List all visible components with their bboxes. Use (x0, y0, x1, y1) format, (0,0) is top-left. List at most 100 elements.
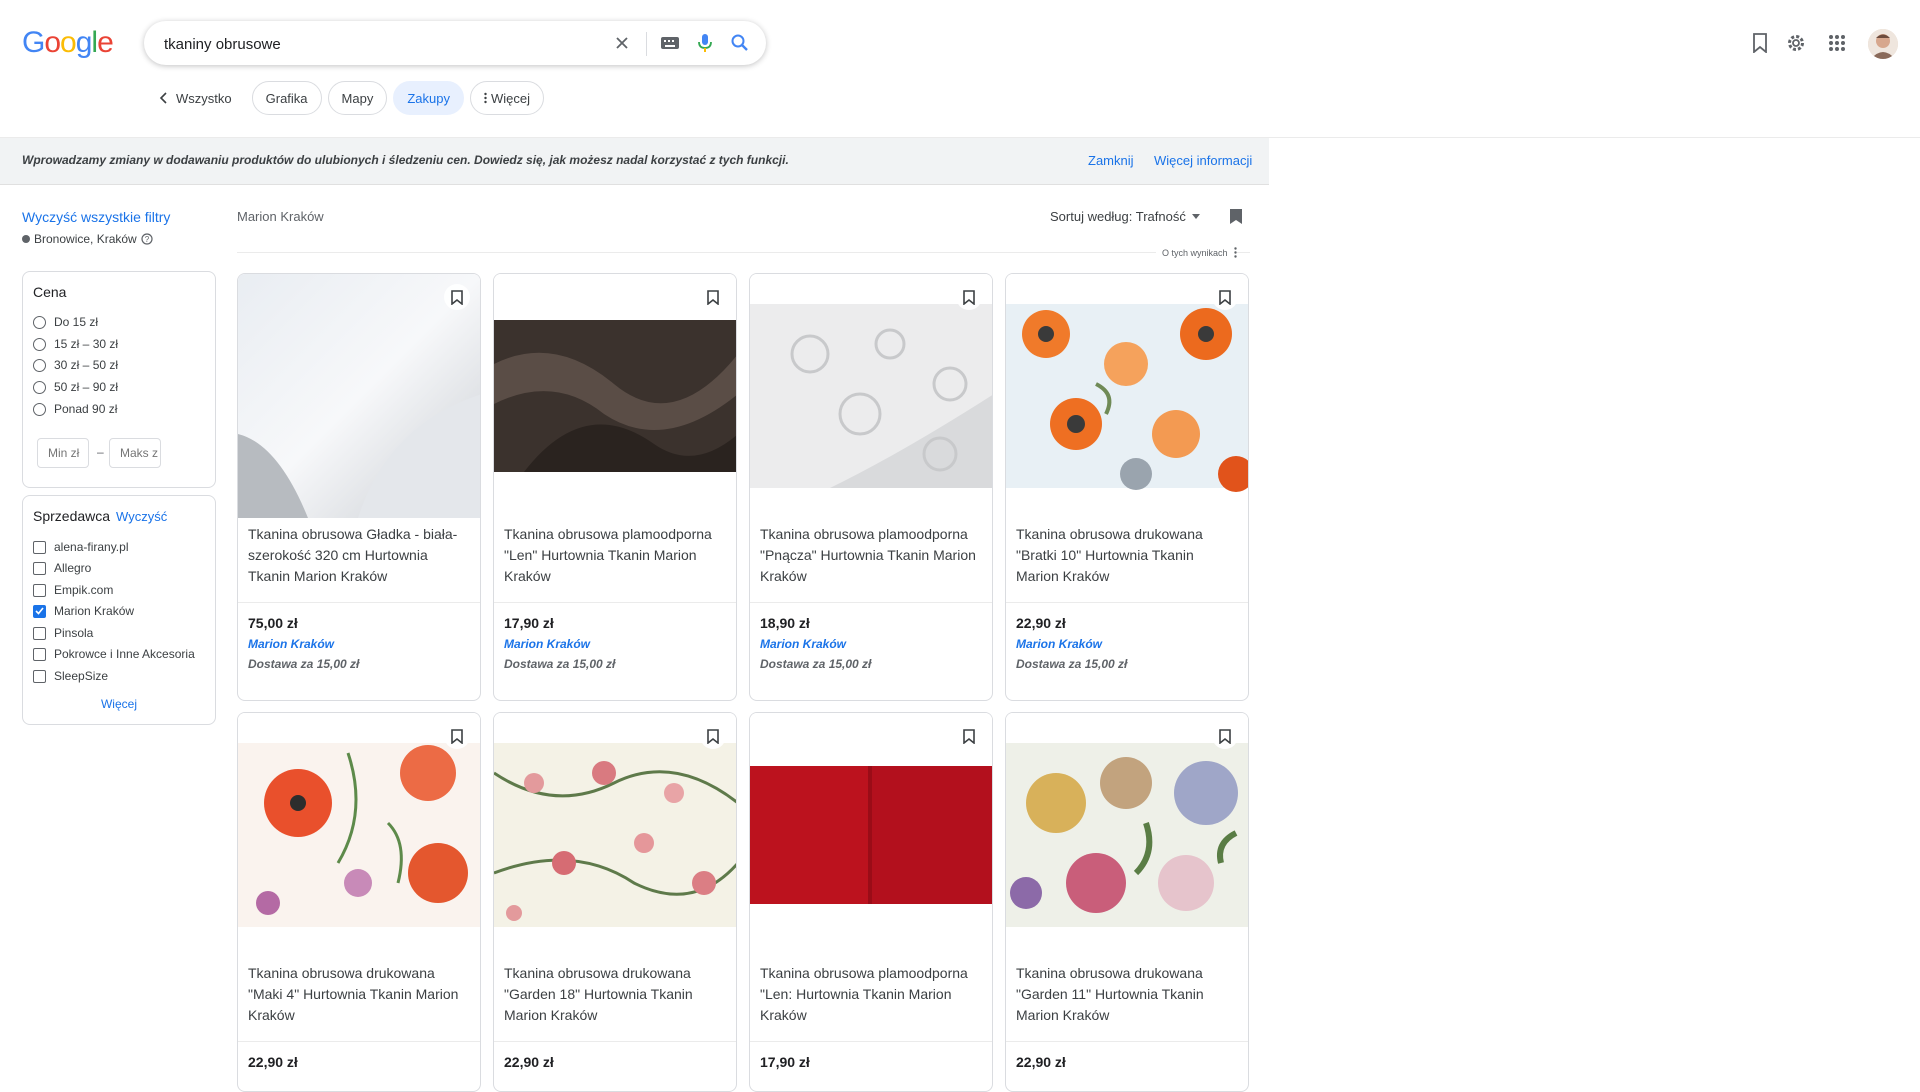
product-card[interactable]: Tkanina obrusowa plamoodporna "Len: Hurt… (749, 712, 993, 1092)
location-label: Bronowice, Kraków (34, 232, 137, 246)
product-seller: Marion Kraków (1016, 637, 1103, 651)
product-card[interactable]: Tkanina obrusowa Gładka - biała- szeroko… (237, 273, 481, 701)
apps-icon[interactable] (1825, 31, 1849, 55)
seller-option[interactable]: SleepSize (33, 669, 108, 683)
seller-option[interactable]: alena-firany.pl (33, 540, 128, 554)
price-option[interactable]: Do 15 zł (33, 315, 98, 329)
help-icon[interactable]: ? (141, 233, 153, 245)
product-title: Tkanina obrusowa drukowana "Garden 18" H… (504, 965, 693, 1023)
tab-more[interactable]: Więcej (469, 81, 544, 115)
gear-icon[interactable] (1784, 31, 1808, 55)
seller-option-label: SleepSize (54, 669, 109, 683)
seller-more-link[interactable]: Więcej (23, 697, 215, 711)
more-vert-icon (484, 92, 487, 104)
tab-maps[interactable]: Mapy (327, 81, 388, 115)
checked-checkbox-icon (33, 604, 46, 618)
max-price-input[interactable] (109, 438, 161, 468)
results-divider (237, 252, 1250, 253)
saved-list-icon[interactable] (1229, 208, 1243, 230)
seller-clear-link[interactable]: Wyczyść (116, 509, 167, 524)
min-price-input[interactable] (37, 438, 89, 468)
about-results[interactable]: O tych wynikach (1156, 247, 1237, 258)
seller-option[interactable]: Pinsola (33, 626, 93, 640)
product-image (494, 713, 736, 957)
bookmark-icon[interactable] (1212, 723, 1238, 749)
price-option[interactable]: 50 zł – 90 zł (33, 380, 118, 394)
tab-more-label: Więcej (490, 90, 530, 106)
bookmark-icon[interactable] (700, 723, 726, 749)
seller-option[interactable]: Empik.com (33, 583, 113, 597)
seller-filter-panel: Sprzedawca Wyczyść alena-firany.pl Allegr… (22, 495, 216, 725)
seller-option[interactable]: Pokrowce i Inne Akcesoria (33, 647, 195, 661)
price-option[interactable]: Ponad 90 zł (33, 402, 117, 416)
seller-option[interactable]: Allegro (33, 561, 91, 575)
card-divider (750, 1041, 992, 1042)
product-shipping: Dostawa za 15,00 zł (1016, 657, 1128, 671)
keyboard-icon[interactable] (658, 31, 682, 55)
product-card[interactable]: Tkanina obrusowa drukowana "Garden 11" H… (1005, 712, 1249, 1092)
price-option-label: Ponad 90 zł (54, 402, 118, 416)
banner-text: Wprowadzamy zmiany w dodawaniu produktów… (22, 153, 789, 167)
chevron-left-icon (159, 92, 167, 104)
sort-dropdown[interactable]: Sortuj według: Trafność (1050, 209, 1200, 224)
product-card[interactable]: Tkanina obrusowa drukowana "Bratki 10" H… (1005, 273, 1249, 701)
tab-images[interactable]: Grafika (251, 81, 322, 115)
bookmark-icon[interactable] (956, 723, 982, 749)
bookmark-icon[interactable] (956, 284, 982, 310)
product-seller: Marion Kraków (760, 637, 847, 651)
banner-close-link[interactable]: Zamknij (1088, 153, 1134, 168)
product-title: Tkanina obrusowa plamoodporna "Len" Hurt… (504, 526, 712, 584)
product-shipping: Dostawa za 15,00 zł (760, 657, 872, 671)
tab-all[interactable]: Wszystko (152, 81, 246, 115)
dropdown-arrow-icon (1191, 214, 1200, 219)
seller-option-label: Empik.com (54, 583, 114, 597)
search-icon[interactable] (728, 31, 752, 55)
tab-shopping[interactable]: Zakupy (393, 81, 464, 115)
about-results-label: O tych wynikach (1162, 247, 1228, 258)
product-title: Tkanina obrusowa drukowana "Garden 11" H… (1016, 965, 1204, 1023)
active-filter-label: Marion Kraków (237, 209, 324, 224)
card-divider (494, 1041, 736, 1042)
radio-icon (33, 380, 46, 394)
info-banner: Wprowadzamy zmiany w dodawaniu produktów… (0, 138, 1269, 185)
product-card[interactable]: Tkanina obrusowa plamoodporna "Len" Hurt… (493, 273, 737, 701)
price-option-label: 30 zł – 50 zł (54, 358, 119, 372)
checkbox-icon (33, 540, 46, 554)
banner-more-link[interactable]: Więcej informacji (1154, 153, 1252, 168)
mic-icon[interactable] (693, 31, 717, 55)
seller-option[interactable]: Marion Kraków (33, 604, 134, 618)
product-title: Tkanina obrusowa plamoodporna "Len: Hurt… (760, 965, 968, 1023)
product-card[interactable]: Tkanina obrusowa drukowana "Maki 4" Hurt… (237, 712, 481, 1092)
checkbox-icon (33, 561, 46, 575)
product-price: 22,90 zł (504, 1054, 554, 1070)
checkbox-icon (33, 647, 46, 661)
google-logo[interactable]: Google (22, 26, 114, 60)
product-price: 22,90 zł (1016, 615, 1066, 631)
logo-letter: o (44, 26, 61, 59)
product-card[interactable]: Tkanina obrusowa drukowana "Garden 18" H… (493, 712, 737, 1092)
price-option[interactable]: 30 zł – 50 zł (33, 358, 118, 372)
price-filter-panel: Cena Do 15 zł 15 zł – 30 zł 30 zł – 50 z… (22, 271, 216, 488)
bookmark-icon[interactable] (700, 284, 726, 310)
avatar[interactable] (1868, 29, 1898, 59)
price-option-label: 15 zł – 30 zł (54, 337, 119, 351)
search-input[interactable] (162, 21, 606, 67)
clear-all-filters-link[interactable]: Wyczyść wszystkie filtry (22, 209, 170, 225)
seller-option-label: Pokrowce i Inne Akcesoria (54, 647, 195, 661)
product-price: 18,90 zł (760, 615, 810, 631)
checkbox-icon (33, 626, 46, 640)
product-card[interactable]: Tkanina obrusowa plamoodporna "Pnącza" H… (749, 273, 993, 701)
price-option[interactable]: 15 zł – 30 zł (33, 337, 118, 351)
bookmark-icon[interactable] (444, 723, 470, 749)
bookmark-icon[interactable] (444, 284, 470, 310)
price-range-dash: – (97, 445, 104, 459)
close-icon[interactable] (610, 31, 634, 55)
seller-filter-title: Sprzedawca Wyczyść (33, 508, 167, 524)
product-price: 17,90 zł (760, 1054, 810, 1070)
saved-bookmark-icon[interactable] (1748, 31, 1772, 55)
card-divider (750, 602, 992, 603)
svg-text:?: ? (144, 235, 149, 244)
bookmark-icon[interactable] (1212, 284, 1238, 310)
product-image (1006, 713, 1248, 957)
card-divider (238, 602, 480, 603)
